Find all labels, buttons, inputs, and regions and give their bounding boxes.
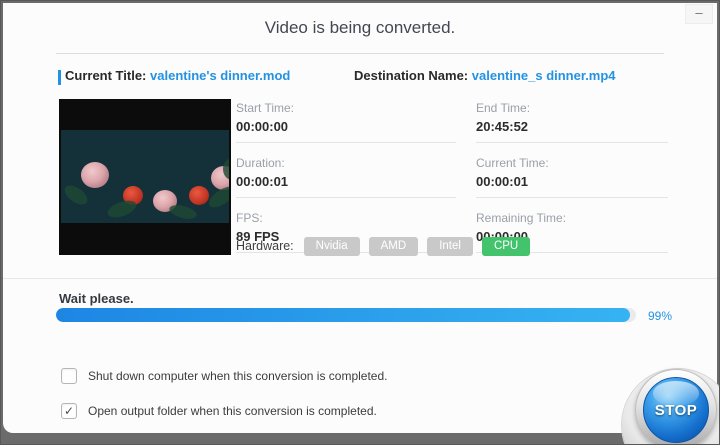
hardware-option-amd[interactable]: AMD (368, 237, 419, 256)
field-current-time: Current Time: 00:00:01 (476, 156, 668, 198)
fps-label: FPS: (236, 211, 263, 225)
option-row-open-output-folder: ✓ Open output folder when this conversion… (61, 399, 388, 423)
hardware-options: Nvidia AMD Intel CPU (303, 236, 540, 256)
title-divider (56, 53, 664, 54)
hardware-option-nvidia[interactable]: Nvidia (303, 237, 360, 256)
stop-button-label: STOP (654, 401, 698, 419)
current-time-value: 00:00:01 (476, 174, 529, 189)
shutdown-computer-label: Shut down computer when this conversion … (88, 369, 388, 383)
current-title-label: Current Title: (65, 68, 147, 83)
section-divider (3, 278, 717, 279)
progress-fill (56, 308, 631, 322)
option-row-shutdown-computer: Shut down computer when this conversion … (61, 364, 388, 388)
converter-window: – Video is being converted. Current Titl… (0, 0, 720, 445)
open-output-folder-label: Open output folder when this conversion … (88, 404, 377, 418)
field-end-time: End Time: 20:45:52 (476, 101, 668, 143)
field-start-time: Start Time: 00:00:00 (236, 101, 456, 143)
field-duration: Duration: 00:00:01 (236, 156, 456, 198)
video-preview-frame (61, 130, 229, 223)
duration-label: Duration: (236, 156, 285, 170)
destination-name: Destination Name: valentine_s dinner.mp4 (354, 68, 616, 83)
rose-image (81, 162, 109, 188)
start-time-value: 00:00:00 (236, 119, 289, 134)
destination-name-value: valentine_s dinner.mp4 (471, 68, 616, 83)
progress-bar-track (56, 308, 636, 322)
end-time-value: 20:45:52 (476, 119, 529, 134)
duration-value: 00:00:01 (236, 174, 289, 189)
current-time-label: Current Time: (476, 156, 549, 170)
stop-button-sphere: STOP (643, 377, 709, 443)
shutdown-computer-checkbox[interactable] (61, 368, 77, 384)
remaining-time-label: Remaining Time: (476, 211, 567, 225)
destination-name-label: Destination Name: (354, 68, 469, 83)
rose-image (189, 186, 209, 205)
hardware-row: Hardware: Nvidia AMD Intel CPU (236, 236, 539, 256)
hardware-option-cpu[interactable]: CPU (481, 237, 531, 256)
leaf-image (105, 197, 139, 221)
leaf-image (167, 202, 199, 222)
options-list: Shut down computer when this conversion … (61, 364, 388, 434)
video-thumbnail (59, 99, 231, 255)
stop-button[interactable]: STOP (635, 369, 717, 444)
status-text: Wait please. (59, 291, 134, 306)
current-title-accent-bar (58, 70, 61, 85)
hardware-label: Hardware: (236, 239, 294, 253)
hardware-option-intel[interactable]: Intel (427, 237, 473, 256)
page-title: Video is being converted. (264, 18, 456, 37)
end-time-label: End Time: (476, 101, 531, 115)
progress-percent: 99% (648, 309, 673, 323)
minimize-button[interactable]: – (685, 4, 713, 24)
current-title: Current Title: valentine's dinner.mod (65, 68, 290, 83)
open-output-folder-checkbox[interactable]: ✓ (61, 403, 77, 419)
start-time-label: Start Time: (236, 101, 295, 115)
current-title-value: valentine's dinner.mod (150, 68, 291, 83)
